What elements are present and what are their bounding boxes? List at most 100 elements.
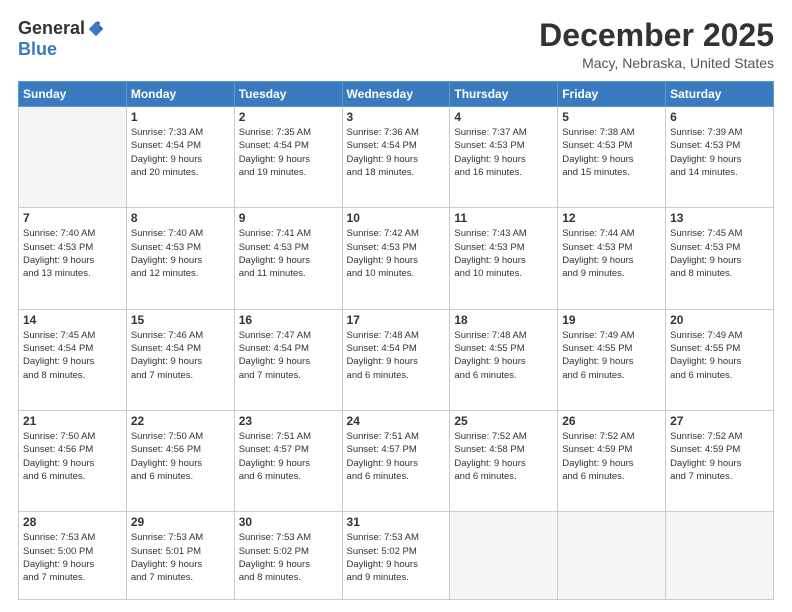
calendar-day-cell: 6 Sunrise: 7:39 AM Sunset: 4:53 PM Daylig… — [666, 107, 774, 208]
calendar-day-cell: 15 Sunrise: 7:46 AM Sunset: 4:54 PM Dayli… — [126, 309, 234, 410]
logo-blue-text: Blue — [18, 39, 57, 60]
day-info: Sunrise: 7:44 AM Sunset: 4:53 PM Dayligh… — [562, 227, 661, 280]
calendar-day-cell: 30Sunrise: 7:53 AM Sunset: 5:02 PM Dayli… — [234, 512, 342, 600]
day-number: 25 — [454, 414, 553, 428]
day-number: 16 — [239, 313, 338, 327]
day-number: 19 — [562, 313, 661, 327]
day-info: Sunrise: 7:50 AM Sunset: 4:56 PM Dayligh… — [131, 430, 230, 483]
calendar-day-cell: 13 Sunrise: 7:45 AM Sunset: 4:53 PM Dayli… — [666, 208, 774, 309]
calendar-day-cell: 24Sunrise: 7:51 AM Sunset: 4:57 PM Dayli… — [342, 411, 450, 512]
calendar-header-monday: Monday — [126, 82, 234, 107]
day-number: 13 — [670, 211, 769, 225]
calendar-day-cell: 12 Sunrise: 7:44 AM Sunset: 4:53 PM Dayli… — [558, 208, 666, 309]
calendar-day-cell: 21 Sunrise: 7:50 AM Sunset: 4:56 PM Dayli… — [19, 411, 127, 512]
calendar-week-row: 14Sunrise: 7:45 AM Sunset: 4:54 PM Dayli… — [19, 309, 774, 410]
logo: General Blue — [18, 18, 105, 60]
day-number: 20 — [670, 313, 769, 327]
calendar-day-cell: 7 Sunrise: 7:40 AM Sunset: 4:53 PM Daylig… — [19, 208, 127, 309]
day-info: Sunrise: 7:53 AM Sunset: 5:01 PM Dayligh… — [131, 531, 230, 584]
logo-general-text: General — [18, 18, 85, 39]
day-info: Sunrise: 7:33 AM Sunset: 4:54 PM Dayligh… — [131, 126, 230, 179]
day-info: Sunrise: 7:35 AM Sunset: 4:54 PM Dayligh… — [239, 126, 338, 179]
day-info: Sunrise: 7:38 AM Sunset: 4:53 PM Dayligh… — [562, 126, 661, 179]
day-number: 1 — [131, 110, 230, 124]
calendar-day-cell: 9 Sunrise: 7:41 AM Sunset: 4:53 PM Daylig… — [234, 208, 342, 309]
day-number: 18 — [454, 313, 553, 327]
day-number: 31 — [347, 515, 446, 529]
day-info: Sunrise: 7:40 AM Sunset: 4:53 PM Dayligh… — [23, 227, 122, 280]
calendar-day-cell: 14Sunrise: 7:45 AM Sunset: 4:54 PM Dayli… — [19, 309, 127, 410]
day-info: Sunrise: 7:52 AM Sunset: 4:59 PM Dayligh… — [670, 430, 769, 483]
calendar-day-cell — [558, 512, 666, 600]
calendar-day-cell — [666, 512, 774, 600]
calendar-header-wednesday: Wednesday — [342, 82, 450, 107]
calendar-day-cell: 23 Sunrise: 7:51 AM Sunset: 4:57 PM Dayli… — [234, 411, 342, 512]
day-info: Sunrise: 7:45 AM Sunset: 4:53 PM Dayligh… — [670, 227, 769, 280]
calendar-day-cell: 18 Sunrise: 7:48 AM Sunset: 4:55 PM Dayli… — [450, 309, 558, 410]
day-info: Sunrise: 7:39 AM Sunset: 4:53 PM Dayligh… — [670, 126, 769, 179]
day-info: Sunrise: 7:47 AM Sunset: 4:54 PM Dayligh… — [239, 329, 338, 382]
day-info: Sunrise: 7:51 AM Sunset: 4:57 PM Dayligh… — [347, 430, 446, 483]
calendar-day-cell: 26Sunrise: 7:52 AM Sunset: 4:59 PM Dayli… — [558, 411, 666, 512]
day-info: Sunrise: 7:45 AM Sunset: 4:54 PM Dayligh… — [23, 329, 122, 382]
calendar-header-tuesday: Tuesday — [234, 82, 342, 107]
day-number: 29 — [131, 515, 230, 529]
day-number: 17 — [347, 313, 446, 327]
day-info: Sunrise: 7:49 AM Sunset: 4:55 PM Dayligh… — [670, 329, 769, 382]
day-number: 7 — [23, 211, 122, 225]
calendar-day-cell: 22 Sunrise: 7:50 AM Sunset: 4:56 PM Dayli… — [126, 411, 234, 512]
day-info: Sunrise: 7:40 AM Sunset: 4:53 PM Dayligh… — [131, 227, 230, 280]
calendar-day-cell: 31Sunrise: 7:53 AM Sunset: 5:02 PM Dayli… — [342, 512, 450, 600]
calendar-day-cell: 4 Sunrise: 7:37 AM Sunset: 4:53 PM Daylig… — [450, 107, 558, 208]
day-info: Sunrise: 7:36 AM Sunset: 4:54 PM Dayligh… — [347, 126, 446, 179]
day-number: 30 — [239, 515, 338, 529]
calendar-day-cell: 25Sunrise: 7:52 AM Sunset: 4:58 PM Dayli… — [450, 411, 558, 512]
page: General Blue December 2025 Macy, Nebrask… — [0, 0, 792, 612]
day-info: Sunrise: 7:50 AM Sunset: 4:56 PM Dayligh… — [23, 430, 122, 483]
calendar-day-cell: 28Sunrise: 7:53 AM Sunset: 5:00 PM Dayli… — [19, 512, 127, 600]
calendar-header-thursday: Thursday — [450, 82, 558, 107]
day-info: Sunrise: 7:52 AM Sunset: 4:59 PM Dayligh… — [562, 430, 661, 483]
calendar-header-row: SundayMondayTuesdayWednesdayThursdayFrid… — [19, 82, 774, 107]
day-number: 15 — [131, 313, 230, 327]
day-info: Sunrise: 7:37 AM Sunset: 4:53 PM Dayligh… — [454, 126, 553, 179]
day-number: 12 — [562, 211, 661, 225]
calendar-week-row: 21 Sunrise: 7:50 AM Sunset: 4:56 PM Dayli… — [19, 411, 774, 512]
day-info: Sunrise: 7:46 AM Sunset: 4:54 PM Dayligh… — [131, 329, 230, 382]
calendar-day-cell: 1 Sunrise: 7:33 AM Sunset: 4:54 PM Daylig… — [126, 107, 234, 208]
day-number: 11 — [454, 211, 553, 225]
day-info: Sunrise: 7:51 AM Sunset: 4:57 PM Dayligh… — [239, 430, 338, 483]
calendar-day-cell: 3Sunrise: 7:36 AM Sunset: 4:54 PM Daylig… — [342, 107, 450, 208]
day-number: 28 — [23, 515, 122, 529]
header: General Blue December 2025 Macy, Nebrask… — [18, 18, 774, 71]
location: Macy, Nebraska, United States — [539, 55, 774, 71]
calendar-day-cell: 10Sunrise: 7:42 AM Sunset: 4:53 PM Dayli… — [342, 208, 450, 309]
month-title: December 2025 — [539, 18, 774, 53]
day-number: 4 — [454, 110, 553, 124]
calendar-day-cell: 29 Sunrise: 7:53 AM Sunset: 5:01 PM Dayli… — [126, 512, 234, 600]
day-info: Sunrise: 7:48 AM Sunset: 4:54 PM Dayligh… — [347, 329, 446, 382]
day-number: 2 — [239, 110, 338, 124]
day-number: 9 — [239, 211, 338, 225]
day-number: 5 — [562, 110, 661, 124]
day-info: Sunrise: 7:41 AM Sunset: 4:53 PM Dayligh… — [239, 227, 338, 280]
day-info: Sunrise: 7:48 AM Sunset: 4:55 PM Dayligh… — [454, 329, 553, 382]
calendar-day-cell: 2 Sunrise: 7:35 AM Sunset: 4:54 PM Daylig… — [234, 107, 342, 208]
day-info: Sunrise: 7:43 AM Sunset: 4:53 PM Dayligh… — [454, 227, 553, 280]
day-number: 21 — [23, 414, 122, 428]
calendar-header-sunday: Sunday — [19, 82, 127, 107]
calendar-week-row: 7 Sunrise: 7:40 AM Sunset: 4:53 PM Daylig… — [19, 208, 774, 309]
calendar-day-cell: 27 Sunrise: 7:52 AM Sunset: 4:59 PM Dayli… — [666, 411, 774, 512]
calendar-day-cell: 8Sunrise: 7:40 AM Sunset: 4:53 PM Daylig… — [126, 208, 234, 309]
calendar-day-cell — [19, 107, 127, 208]
calendar-header-saturday: Saturday — [666, 82, 774, 107]
calendar-week-row: 1 Sunrise: 7:33 AM Sunset: 4:54 PM Daylig… — [19, 107, 774, 208]
calendar-table: SundayMondayTuesdayWednesdayThursdayFrid… — [18, 81, 774, 600]
calendar-header-friday: Friday — [558, 82, 666, 107]
day-number: 23 — [239, 414, 338, 428]
day-info: Sunrise: 7:49 AM Sunset: 4:55 PM Dayligh… — [562, 329, 661, 382]
day-number: 6 — [670, 110, 769, 124]
day-number: 22 — [131, 414, 230, 428]
calendar-day-cell: 19 Sunrise: 7:49 AM Sunset: 4:55 PM Dayli… — [558, 309, 666, 410]
day-number: 27 — [670, 414, 769, 428]
